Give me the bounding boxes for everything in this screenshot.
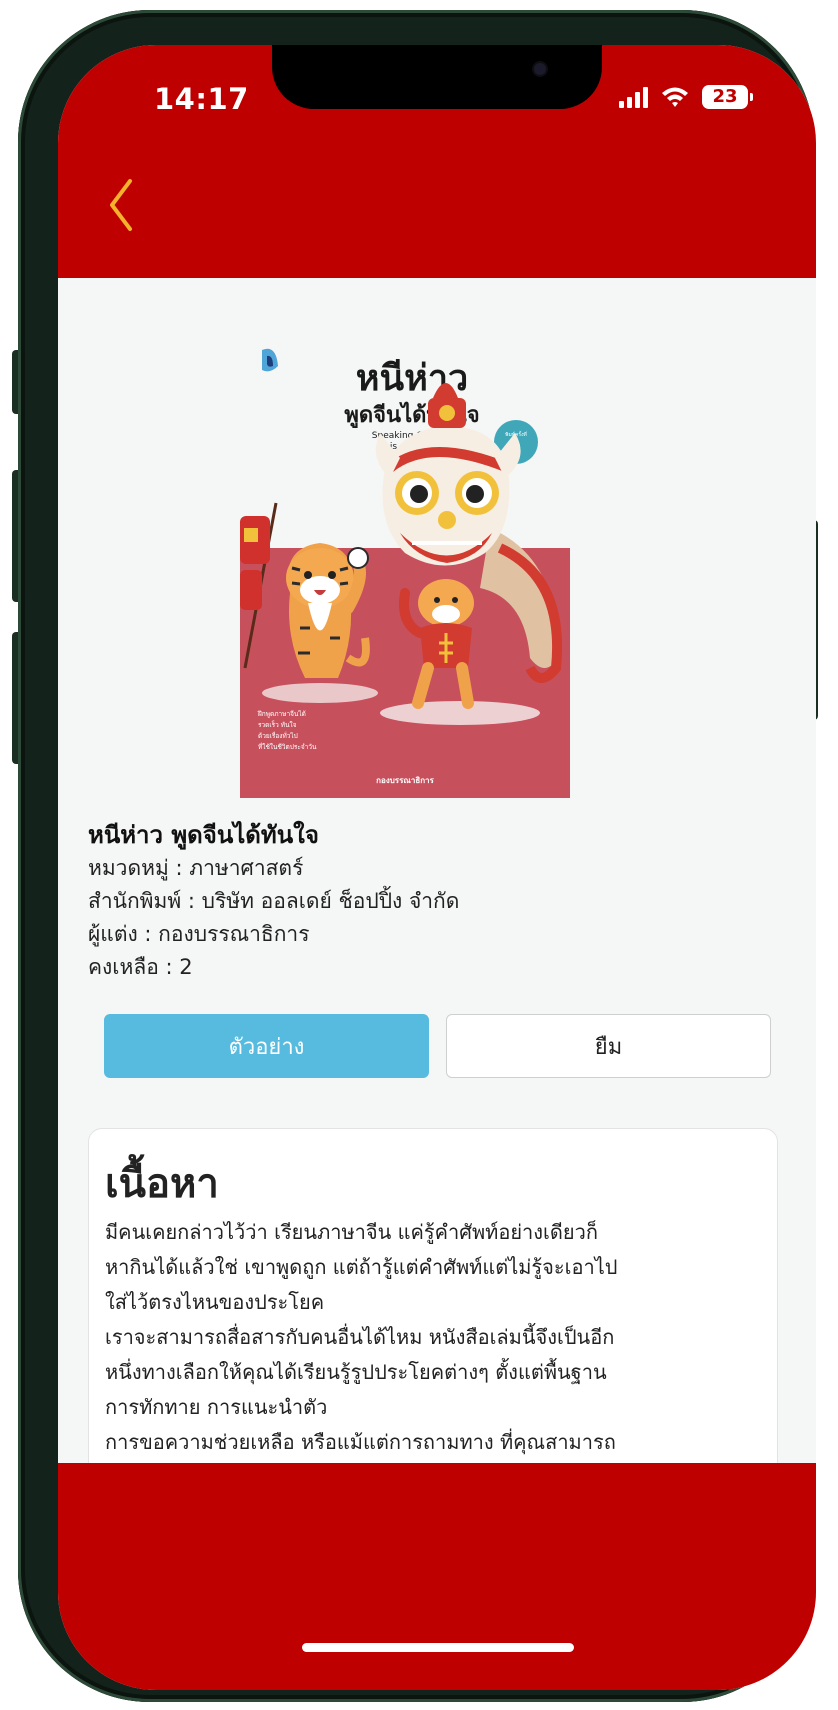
signal-icon [619,86,648,108]
camera-icon [534,63,546,75]
cover-author: กองบรรณาธิการ [376,776,434,785]
description-line: หนึ่งทางเลือกให้คุณได้เรียนรู้รูปประโยคต… [105,1360,607,1384]
chevron-left-icon [110,179,132,231]
wifi-icon [662,87,688,107]
back-button[interactable] [98,165,158,245]
book-title: หนีห่าว พูดจีนได้ทันใจ [88,821,319,849]
battery-icon: 23 [702,85,753,109]
phone-screen: 14:17 23 หนีห่าว พูดจีนได้ทันใจ Speaking… [58,45,816,1690]
description-card: เนื้อหา มีคนเคยกล่าวไว้ว่า เรียนภาษาจีน … [88,1128,778,1478]
app-header: 14:17 23 [58,45,816,278]
description-line: การทักทาย การแนะนำตัว [105,1395,328,1419]
book-category: หมวดหมู่ : ภาษาศาสตร์ [88,856,304,880]
description-line: หากินได้แล้วใช่ เขาพูดถูก แต่ถ้ารู้แต่คำ… [105,1255,618,1279]
home-indicator[interactable] [302,1643,574,1652]
sample-button[interactable]: ตัวอย่าง [104,1014,429,1078]
status-icons: 23 [619,83,753,111]
book-cover-image[interactable]: หนีห่าว พูดจีนได้ทันใจ Speaking Chinese … [240,338,570,798]
book-publisher: สำนักพิมพ์ : บริษัท ออลเดย์ ช็อปปิ้ง จำก… [88,889,460,913]
description-line: ใส่ไว้ตรงไหนของประโยค [105,1290,325,1314]
action-buttons: ตัวอย่าง ยืม [104,1014,771,1080]
borrow-button[interactable]: ยืม [446,1014,771,1078]
status-time: 14:17 [154,82,249,116]
description-line: มีคนเคยกล่าวไว้ว่า เรียนภาษาจีน แค่รู้คำ… [105,1220,598,1244]
bottom-bar [58,1463,816,1690]
app-stage: 14:17 23 หนีห่าว พูดจีนได้ทันใจ Speaking… [0,0,838,1710]
book-author: ผู้แต่ง : กองบรรณาธิการ [88,922,310,946]
book-detail-content: หนีห่าว พูดจีนได้ทันใจ Speaking Chinese … [58,278,816,1478]
book-info: หนีห่าว พูดจีนได้ทันใจ หมวดหมู่ : ภาษาศา… [88,818,778,984]
description-line: เราจะสามารถสื่อสารกับคนอื่นได้ไหม หนังสื… [105,1325,615,1349]
notch [272,45,602,109]
description-line: การขอความช่วยเหลือ หรือแม้แต่การถามทาง ท… [105,1430,616,1454]
description-heading: เนื้อหา [105,1161,219,1207]
book-remaining: คงเหลือ : 2 [88,955,193,979]
